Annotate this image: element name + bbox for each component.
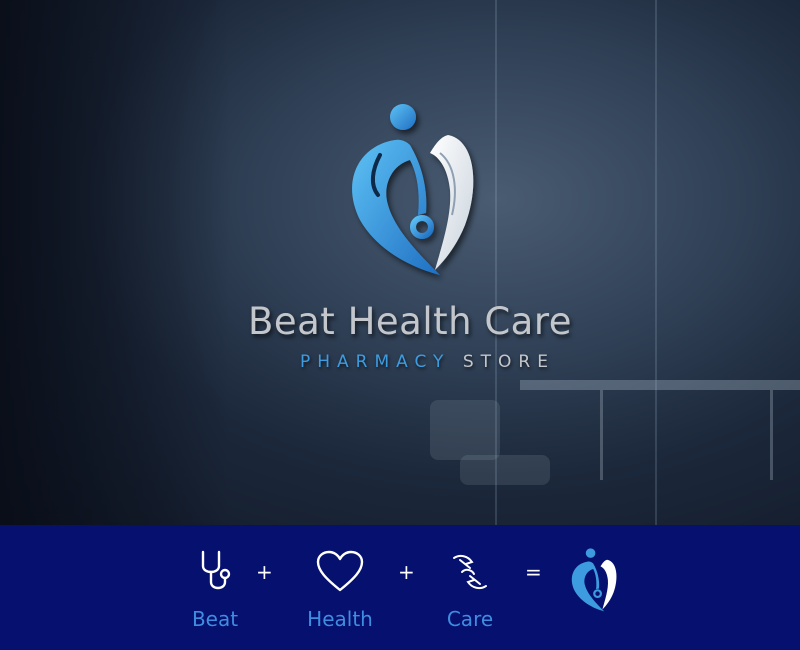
- desk-leg: [770, 390, 773, 480]
- caring-hands-icon: [453, 554, 487, 590]
- background-chair: [430, 400, 500, 460]
- stethoscope-icon: [201, 550, 231, 590]
- concept-label-health: Health: [307, 607, 373, 631]
- background-chair: [460, 455, 550, 485]
- tagline-pharmacy: PHARMACY: [300, 352, 451, 372]
- plus-sign: +: [398, 560, 415, 584]
- brand-name: Beat Health Care: [247, 300, 573, 343]
- concept-label-beat: Beat: [191, 607, 239, 631]
- wall-shadow: [0, 0, 230, 525]
- tagline-store: STORE: [462, 352, 555, 372]
- concept-care: Care: [435, 547, 505, 631]
- heart-icon: [316, 550, 364, 592]
- plus-sign: +: [256, 560, 273, 584]
- glass-divider: [655, 0, 657, 525]
- brand-logo-mark: [352, 104, 474, 275]
- brand-logo-small: [571, 548, 617, 612]
- logo-presentation: Beat Health Care PHARMACY STORE Beat + H…: [0, 0, 800, 650]
- equals-sign: =: [525, 560, 542, 584]
- concept-beat: Beat: [180, 547, 250, 631]
- concept-band: [0, 525, 800, 650]
- office-wall-mockup: Beat Health Care PHARMACY STORE: [0, 0, 800, 525]
- concept-label-care: Care: [446, 607, 494, 631]
- desk-leg: [600, 390, 603, 480]
- concept-health: Health: [300, 547, 380, 631]
- brand-tagline: PHARMACY STORE: [0, 352, 800, 372]
- background-desk: [520, 380, 800, 390]
